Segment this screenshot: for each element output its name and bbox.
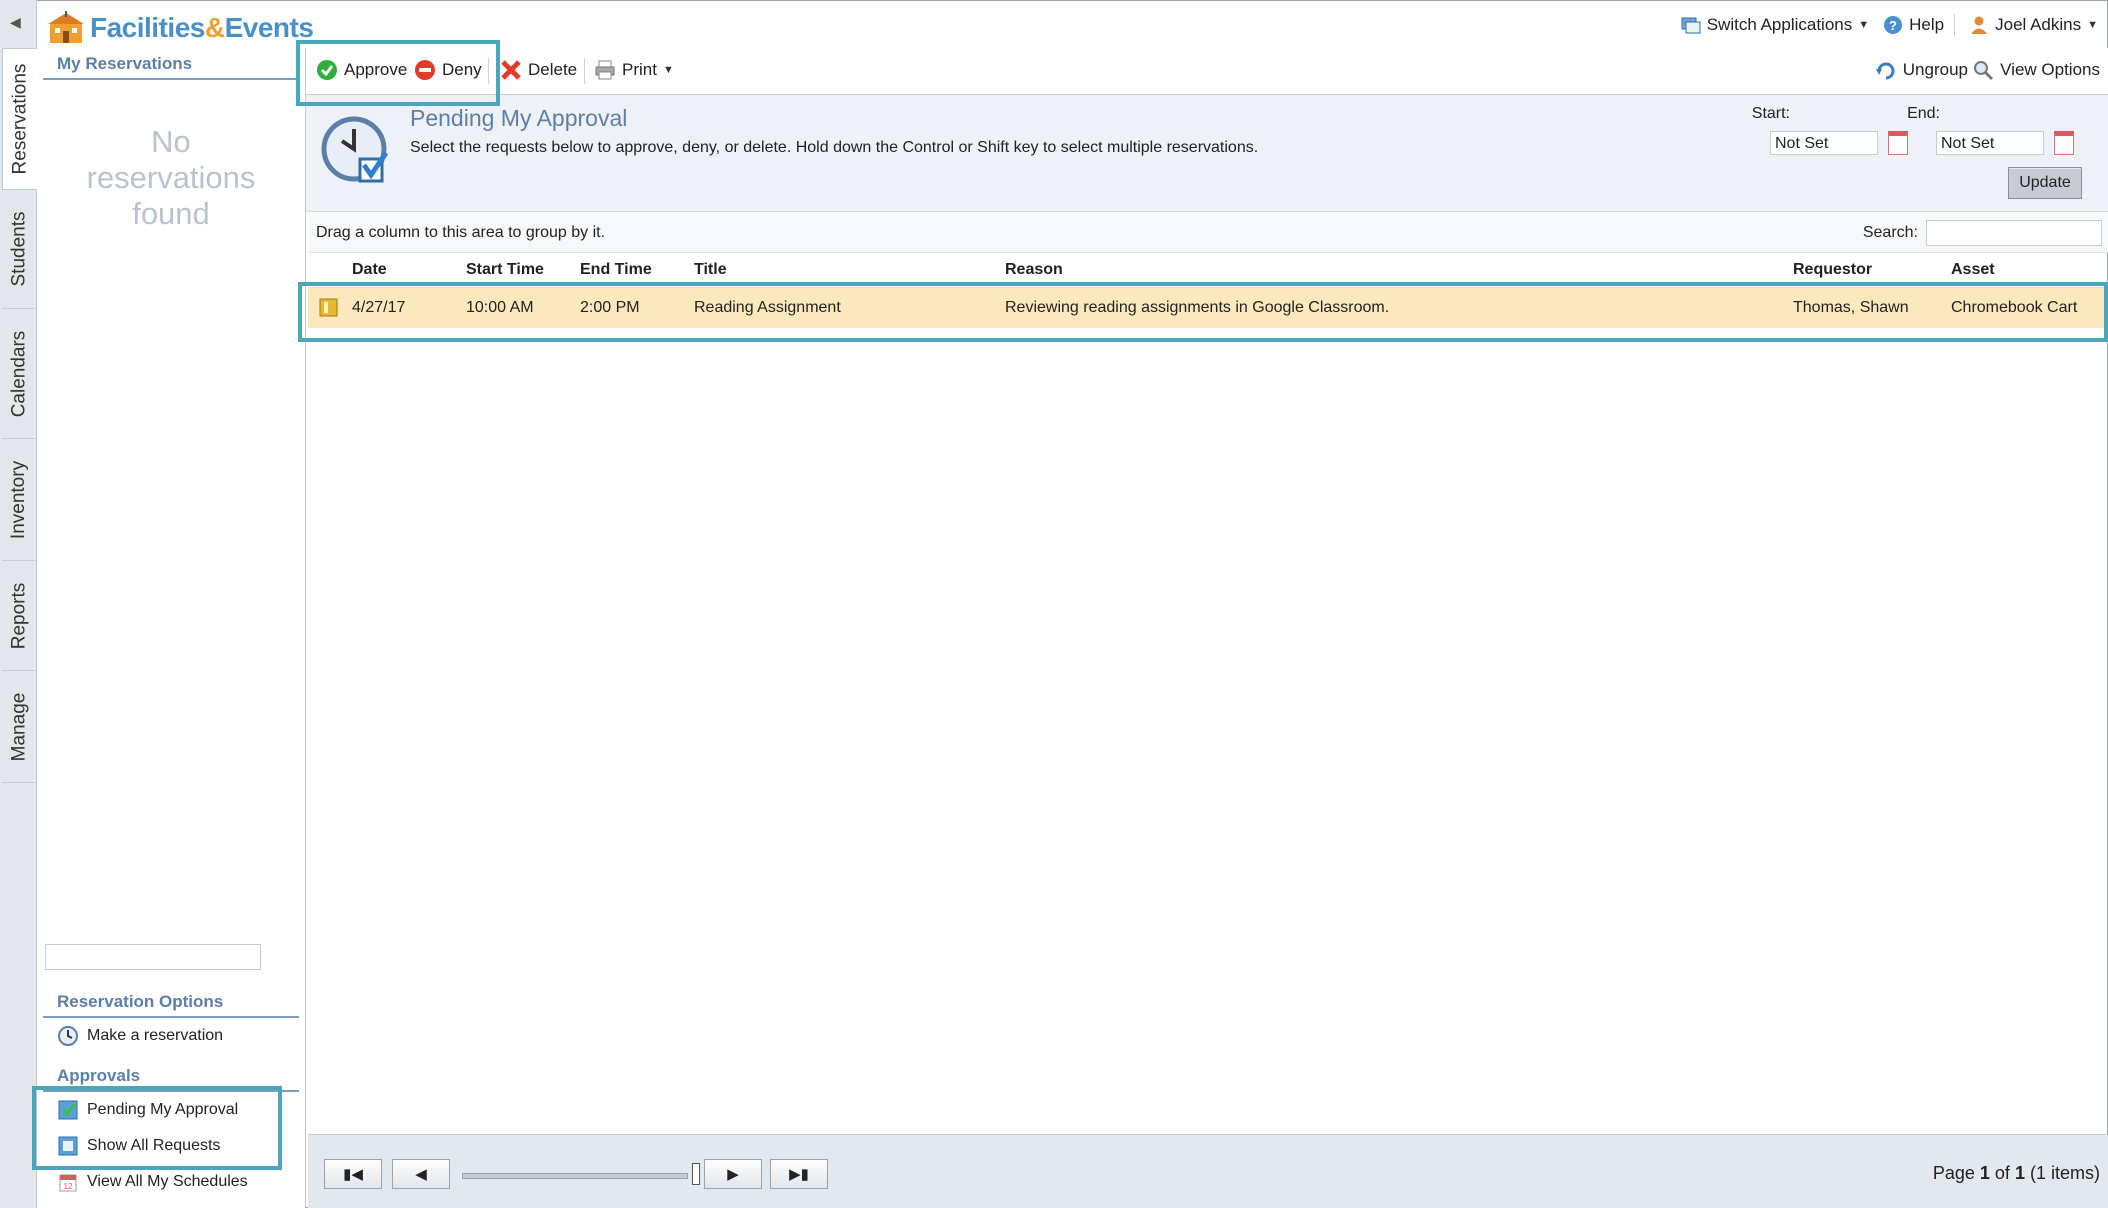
no-reservations-message: No reservations found xyxy=(86,124,256,231)
divider xyxy=(488,58,489,84)
my-reservations-heading: My Reservations xyxy=(43,48,299,80)
building-icon xyxy=(46,11,86,45)
help-link[interactable]: ? Help xyxy=(1883,15,1944,35)
calendar-icon: 12 xyxy=(57,1171,79,1193)
vertical-tab-strip: ◀ Reservations Students Calendars Invent… xyxy=(0,0,37,1208)
column-header-requestor[interactable]: Requestor xyxy=(1793,253,1872,287)
check-square-icon xyxy=(57,1099,79,1121)
page-description: Select the requests below to approve, de… xyxy=(410,139,1259,156)
help-icon: ? xyxy=(1883,15,1903,35)
reservation-status-icon xyxy=(318,288,340,344)
chevron-down-icon: ▼ xyxy=(662,64,674,76)
chevron-down-icon: ▼ xyxy=(2087,19,2098,31)
switch-applications-menu[interactable]: Switch Applications ▼ xyxy=(1681,15,1869,35)
svg-text:12: 12 xyxy=(64,1182,73,1191)
first-page-button[interactable]: ▮◀ xyxy=(324,1159,382,1189)
cell-asset: Chromebook Cart xyxy=(1951,299,2078,316)
user-menu[interactable]: Joel Adkins ▼ xyxy=(1969,15,2098,35)
end-label: End: xyxy=(1907,105,1940,122)
approve-icon xyxy=(316,59,338,81)
pager: ▮◀ ◀ ▶ ▶▮ Page 1 of 1 (1 items) xyxy=(308,1134,2108,1208)
tab-students[interactable]: Students xyxy=(2,190,36,309)
approve-button[interactable]: Approve xyxy=(316,56,407,84)
ungroup-button[interactable]: Ungroup xyxy=(1875,56,1968,84)
reservations-grid: Date Start Time End Time Title Reason Re… xyxy=(308,253,2108,328)
start-label: Start: xyxy=(1751,105,1790,122)
collapse-arrow-icon[interactable]: ◀ xyxy=(10,14,21,31)
column-header-asset[interactable]: Asset xyxy=(1951,253,1995,287)
column-header-end-time[interactable]: End Time xyxy=(580,253,652,287)
printer-icon xyxy=(594,59,616,81)
reservation-options-heading: Reservation Options xyxy=(43,986,299,1018)
previous-page-button[interactable]: ◀ xyxy=(392,1159,450,1189)
column-header-date[interactable]: Date xyxy=(352,253,387,287)
tab-inventory[interactable]: Inventory xyxy=(2,440,36,561)
list-icon xyxy=(57,1135,79,1157)
delete-x-icon xyxy=(500,59,522,81)
cell-requestor: Thomas, Shawn xyxy=(1793,299,1909,316)
pending-clock-icon xyxy=(320,115,392,192)
group-hint: Drag a column to this area to group by i… xyxy=(316,224,606,241)
clock-icon xyxy=(57,1025,79,1047)
view-schedules-link[interactable]: 12 View All My Schedules xyxy=(37,1164,305,1200)
page-slider-track[interactable] xyxy=(462,1173,688,1179)
group-by-bar[interactable]: Drag a column to this area to group by i… xyxy=(308,212,2108,253)
tab-calendars[interactable]: Calendars xyxy=(2,310,36,439)
cell-date: 4/27/17 xyxy=(352,299,406,316)
page-slider-thumb[interactable] xyxy=(692,1163,700,1185)
column-header-start-time[interactable]: Start Time xyxy=(466,253,544,287)
top-right-menu: Switch Applications ▼ ? Help Joel Adkins ▼ xyxy=(1667,14,2098,36)
page-info: Page 1 of 1 (1 items) xyxy=(1932,1163,2100,1183)
column-header-reason[interactable]: Reason xyxy=(1005,253,1063,287)
app-title: Facilities&Events xyxy=(90,12,314,43)
update-button[interactable]: Update xyxy=(2008,167,2082,199)
grid-search-input[interactable] xyxy=(1926,220,2102,246)
next-page-button[interactable]: ▶ xyxy=(704,1159,762,1189)
make-reservation-link[interactable]: Make a reservation xyxy=(37,1018,305,1054)
divider xyxy=(1954,14,1956,36)
delete-button[interactable]: Delete xyxy=(500,56,577,84)
show-all-requests-link[interactable]: Show All Requests xyxy=(37,1128,305,1164)
page-title: Pending My Approval xyxy=(410,105,628,131)
deny-button[interactable]: Deny xyxy=(414,56,482,84)
cell-start-time: 10:00 AM xyxy=(466,299,534,316)
cell-reason: Reviewing reading assignments in Google … xyxy=(1005,299,1390,316)
start-date-input[interactable]: Not Set xyxy=(1770,131,1878,155)
last-page-button[interactable]: ▶▮ xyxy=(770,1159,828,1189)
deny-icon xyxy=(414,59,436,81)
end-date-input[interactable]: Not Set xyxy=(1936,131,2044,155)
pending-approval-link[interactable]: Pending My Approval xyxy=(37,1092,305,1128)
cell-end-time: 2:00 PM xyxy=(580,299,640,316)
grid-header: Date Start Time End Time Title Reason Re… xyxy=(308,253,2108,288)
search-label: Search: xyxy=(1862,224,1918,241)
app-logo[interactable]: Facilities&Events xyxy=(46,8,314,48)
end-calendar-icon[interactable] xyxy=(2054,131,2074,155)
tab-reservations[interactable]: Reservations xyxy=(2,48,37,190)
print-button[interactable]: Print ▼ xyxy=(594,56,674,84)
page-header: Pending My Approval Select the requests … xyxy=(306,95,2108,212)
tab-manage[interactable]: Manage xyxy=(2,672,36,783)
start-calendar-icon[interactable] xyxy=(1888,131,1908,155)
ungroup-icon xyxy=(1875,59,1897,81)
left-menu: Reservation Options Make a reservation A… xyxy=(37,986,305,1200)
left-search-input[interactable] xyxy=(45,944,261,970)
approvals-heading: Approvals xyxy=(43,1060,299,1092)
cell-title: Reading Assignment xyxy=(694,299,841,316)
table-row[interactable]: 4/27/17 10:00 AM 2:00 PM Reading Assignm… xyxy=(308,288,2108,328)
left-panel: My Reservations No reservations found Re… xyxy=(37,48,306,1208)
toolbar: Approve Deny Delete Print ▼ Ungroup View … xyxy=(306,48,2108,95)
view-options-button[interactable]: View Options xyxy=(1972,56,2100,84)
chevron-down-icon: ▼ xyxy=(1858,19,1870,31)
svg-text:?: ? xyxy=(1889,18,1897,33)
tab-reports[interactable]: Reports xyxy=(2,562,36,671)
column-header-title[interactable]: Title xyxy=(694,253,727,287)
divider xyxy=(584,58,585,84)
switch-apps-icon xyxy=(1681,15,1701,35)
magnifier-icon xyxy=(1972,59,1994,81)
user-icon xyxy=(1969,15,1989,35)
